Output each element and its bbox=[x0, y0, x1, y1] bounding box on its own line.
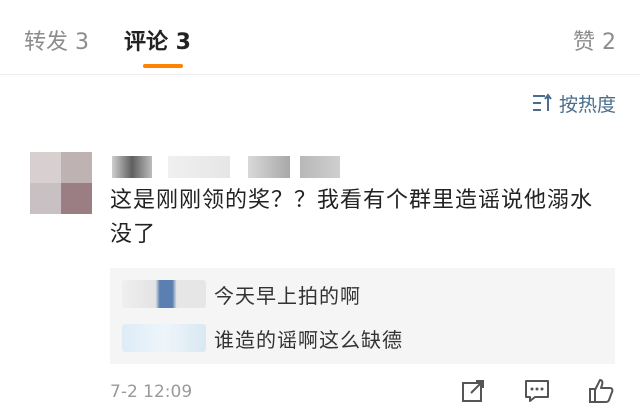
comment-timestamp: 7-2 12:09 bbox=[110, 382, 193, 402]
active-tab-indicator bbox=[143, 64, 183, 68]
reply-username-blurred bbox=[122, 324, 206, 352]
tab-repost[interactable]: 转发 3 bbox=[24, 24, 89, 56]
sort-label: 按热度 bbox=[558, 93, 616, 116]
tab-divider bbox=[0, 74, 640, 75]
reply-username-blurred bbox=[122, 280, 206, 308]
reply-text: 今天早上拍的啊 bbox=[214, 283, 361, 308]
comment-actions bbox=[456, 376, 618, 406]
share-button[interactable] bbox=[456, 376, 490, 406]
sort-button[interactable]: 按热度 bbox=[531, 90, 616, 116]
like-button[interactable] bbox=[584, 376, 618, 406]
username-blurred bbox=[300, 156, 340, 178]
username-blurred[interactable] bbox=[112, 156, 152, 178]
username-blurred bbox=[248, 156, 290, 178]
comment-text: 这是刚刚领的奖？？我看有个群里造谣说他溺水没了 bbox=[110, 188, 594, 247]
avatar[interactable] bbox=[30, 152, 92, 214]
comment-button[interactable] bbox=[520, 376, 554, 406]
tab-comments[interactable]: 评论 3 bbox=[124, 24, 191, 56]
reply-box[interactable]: 今天早上拍的啊 谁造的谣啊这么缺德 bbox=[110, 268, 615, 364]
tab-likes[interactable]: 赞 2 bbox=[573, 24, 616, 56]
sort-icon bbox=[531, 93, 553, 113]
reply-item[interactable]: 谁造的谣啊这么缺德 bbox=[110, 318, 615, 358]
share-icon bbox=[462, 380, 484, 402]
reply-item[interactable]: 今天早上拍的啊 bbox=[110, 274, 615, 314]
tab-bar: 转发 3 评论 3 赞 2 bbox=[0, 0, 640, 74]
username-blurred bbox=[168, 156, 230, 178]
like-icon bbox=[589, 379, 614, 403]
comment-icon bbox=[525, 380, 549, 402]
reply-text: 谁造的谣啊这么缺德 bbox=[214, 327, 403, 352]
